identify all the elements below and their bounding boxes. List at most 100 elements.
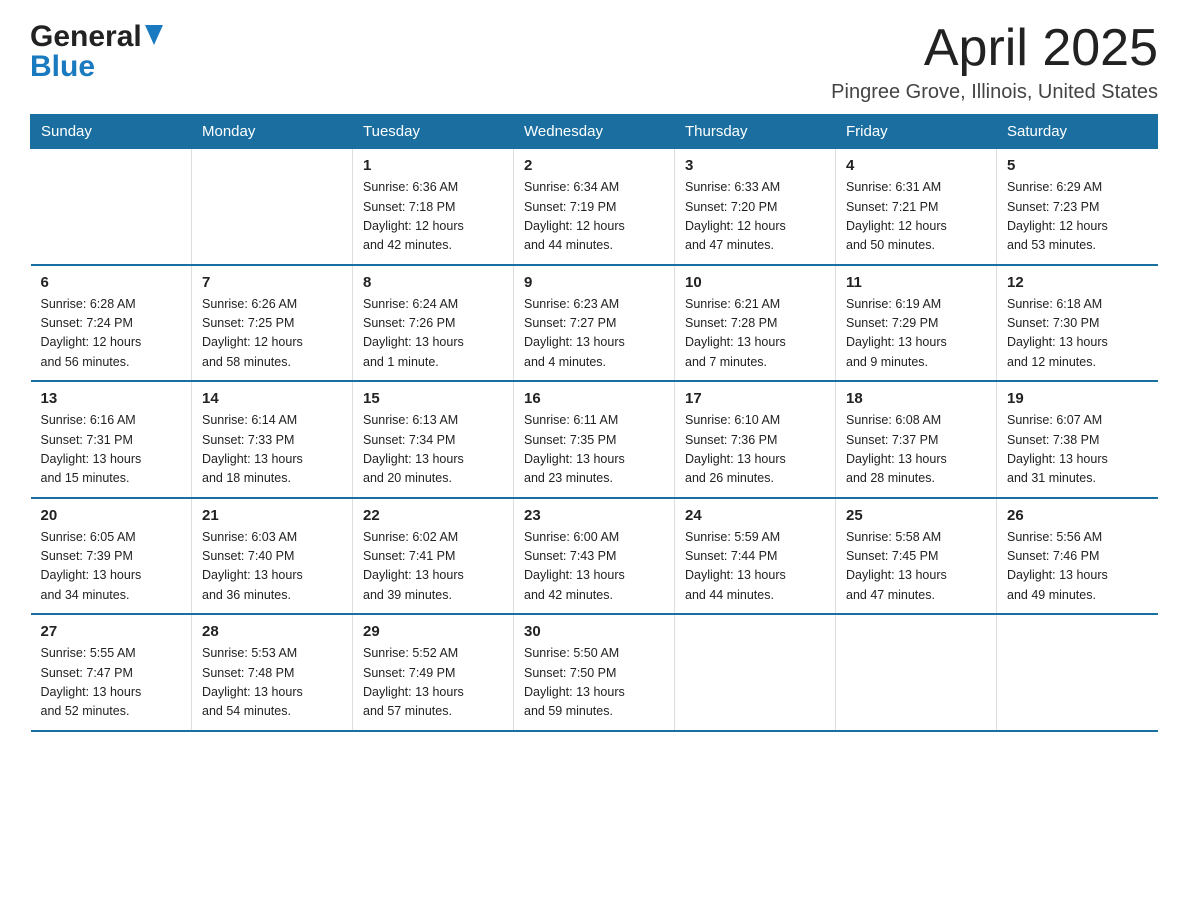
day-number: 4: [846, 157, 986, 174]
calendar-header-row: SundayMondayTuesdayWednesdayThursdayFrid…: [31, 115, 1158, 149]
calendar-cell: 21 Sunrise: 6:03 AM Sunset: 7:40 PM Dayli…: [192, 498, 353, 615]
day-info: Sunrise: 6:03 AM Sunset: 7:40 PM Dayligh…: [202, 528, 342, 606]
calendar-cell: [997, 614, 1158, 731]
calendar-cell: 9Sunrise: 6:23 AM Sunset: 7:27 PM Daylig…: [514, 265, 675, 382]
calendar-cell: [31, 149, 192, 265]
day-number: 15: [363, 390, 503, 407]
day-number: 8: [363, 274, 503, 291]
day-info: Sunrise: 6:28 AM Sunset: 7:24 PM Dayligh…: [41, 295, 182, 373]
day-info: Sunrise: 6:13 AM Sunset: 7:34 PM Dayligh…: [363, 411, 503, 489]
calendar-cell: 24 Sunrise: 5:59 AM Sunset: 7:44 PM Dayli…: [675, 498, 836, 615]
day-info: Sunrise: 5:50 AM Sunset: 7:50 PM Dayligh…: [524, 644, 664, 722]
day-info: Sunrise: 6:24 AM Sunset: 7:26 PM Dayligh…: [363, 295, 503, 373]
day-number: 19: [1007, 390, 1148, 407]
week-row-1: 1Sunrise: 6:36 AM Sunset: 7:18 PM Daylig…: [31, 149, 1158, 265]
week-row-2: 6 Sunrise: 6:28 AM Sunset: 7:24 PM Daylig…: [31, 265, 1158, 382]
day-number: 20: [41, 507, 182, 524]
day-info: Sunrise: 6:11 AM Sunset: 7:35 PM Dayligh…: [524, 411, 664, 489]
header-day-friday: Friday: [836, 115, 997, 149]
calendar-cell: 15 Sunrise: 6:13 AM Sunset: 7:34 PM Dayli…: [353, 381, 514, 498]
page-title: April 2025: [831, 20, 1158, 77]
calendar-cell: 4 Sunrise: 6:31 AM Sunset: 7:21 PM Daylig…: [836, 149, 997, 265]
day-info: Sunrise: 6:07 AM Sunset: 7:38 PM Dayligh…: [1007, 411, 1148, 489]
calendar-cell: 14 Sunrise: 6:14 AM Sunset: 7:33 PM Dayli…: [192, 381, 353, 498]
day-info: Sunrise: 5:53 AM Sunset: 7:48 PM Dayligh…: [202, 644, 342, 722]
day-number: 14: [202, 390, 342, 407]
day-info: Sunrise: 6:31 AM Sunset: 7:21 PM Dayligh…: [846, 178, 986, 256]
week-row-5: 27 Sunrise: 5:55 AM Sunset: 7:47 PM Dayli…: [31, 614, 1158, 731]
day-number: 6: [41, 274, 182, 291]
day-number: 22: [363, 507, 503, 524]
logo-triangle-icon: [145, 25, 163, 50]
calendar-cell: 28Sunrise: 5:53 AM Sunset: 7:48 PM Dayli…: [192, 614, 353, 731]
calendar-cell: 7Sunrise: 6:26 AM Sunset: 7:25 PM Daylig…: [192, 265, 353, 382]
calendar-cell: 17 Sunrise: 6:10 AM Sunset: 7:36 PM Dayli…: [675, 381, 836, 498]
logo: General Blue: [30, 20, 163, 84]
day-number: 21: [202, 507, 342, 524]
day-info: Sunrise: 6:19 AM Sunset: 7:29 PM Dayligh…: [846, 295, 986, 373]
day-number: 17: [685, 390, 825, 407]
day-number: 27: [41, 623, 182, 640]
calendar-cell: 22 Sunrise: 6:02 AM Sunset: 7:41 PM Dayli…: [353, 498, 514, 615]
day-info: Sunrise: 6:14 AM Sunset: 7:33 PM Dayligh…: [202, 411, 342, 489]
day-number: 16: [524, 390, 664, 407]
header-day-monday: Monday: [192, 115, 353, 149]
header-day-saturday: Saturday: [997, 115, 1158, 149]
day-info: Sunrise: 6:36 AM Sunset: 7:18 PM Dayligh…: [363, 178, 503, 256]
calendar-table: SundayMondayTuesdayWednesdayThursdayFrid…: [30, 114, 1158, 732]
day-info: Sunrise: 5:58 AM Sunset: 7:45 PM Dayligh…: [846, 528, 986, 606]
day-info: Sunrise: 6:00 AM Sunset: 7:43 PM Dayligh…: [524, 528, 664, 606]
day-number: 25: [846, 507, 986, 524]
calendar-cell: 13Sunrise: 6:16 AM Sunset: 7:31 PM Dayli…: [31, 381, 192, 498]
day-info: Sunrise: 6:10 AM Sunset: 7:36 PM Dayligh…: [685, 411, 825, 489]
day-number: 26: [1007, 507, 1148, 524]
header-day-tuesday: Tuesday: [353, 115, 514, 149]
day-info: Sunrise: 5:52 AM Sunset: 7:49 PM Dayligh…: [363, 644, 503, 722]
header: General Blue April 2025 Pingree Grove, I…: [30, 20, 1158, 104]
calendar-cell: 5Sunrise: 6:29 AM Sunset: 7:23 PM Daylig…: [997, 149, 1158, 265]
calendar-cell: 26Sunrise: 5:56 AM Sunset: 7:46 PM Dayli…: [997, 498, 1158, 615]
day-number: 2: [524, 157, 664, 174]
logo-general-text: General: [30, 20, 142, 54]
week-row-3: 13Sunrise: 6:16 AM Sunset: 7:31 PM Dayli…: [31, 381, 1158, 498]
calendar-cell: 2 Sunrise: 6:34 AM Sunset: 7:19 PM Daylig…: [514, 149, 675, 265]
page-subtitle: Pingree Grove, Illinois, United States: [831, 81, 1158, 104]
calendar-cell: 16 Sunrise: 6:11 AM Sunset: 7:35 PM Dayli…: [514, 381, 675, 498]
day-number: 23: [524, 507, 664, 524]
day-number: 12: [1007, 274, 1148, 291]
header-day-sunday: Sunday: [31, 115, 192, 149]
day-info: Sunrise: 6:34 AM Sunset: 7:19 PM Dayligh…: [524, 178, 664, 256]
calendar-cell: [836, 614, 997, 731]
header-day-wednesday: Wednesday: [514, 115, 675, 149]
day-info: Sunrise: 6:21 AM Sunset: 7:28 PM Dayligh…: [685, 295, 825, 373]
calendar-cell: 12 Sunrise: 6:18 AM Sunset: 7:30 PM Dayli…: [997, 265, 1158, 382]
calendar-cell: 18 Sunrise: 6:08 AM Sunset: 7:37 PM Dayli…: [836, 381, 997, 498]
title-area: April 2025 Pingree Grove, Illinois, Unit…: [831, 20, 1158, 104]
day-info: Sunrise: 6:18 AM Sunset: 7:30 PM Dayligh…: [1007, 295, 1148, 373]
day-number: 5: [1007, 157, 1148, 174]
day-info: Sunrise: 6:02 AM Sunset: 7:41 PM Dayligh…: [363, 528, 503, 606]
logo-blue-text: Blue: [30, 50, 95, 83]
calendar-cell: 19 Sunrise: 6:07 AM Sunset: 7:38 PM Dayli…: [997, 381, 1158, 498]
day-number: 24: [685, 507, 825, 524]
day-number: 29: [363, 623, 503, 640]
calendar-cell: 3Sunrise: 6:33 AM Sunset: 7:20 PM Daylig…: [675, 149, 836, 265]
calendar-cell: 29 Sunrise: 5:52 AM Sunset: 7:49 PM Dayli…: [353, 614, 514, 731]
day-number: 30: [524, 623, 664, 640]
day-number: 11: [846, 274, 986, 291]
calendar-cell: 25 Sunrise: 5:58 AM Sunset: 7:45 PM Dayli…: [836, 498, 997, 615]
day-info: Sunrise: 5:59 AM Sunset: 7:44 PM Dayligh…: [685, 528, 825, 606]
week-row-4: 20 Sunrise: 6:05 AM Sunset: 7:39 PM Dayli…: [31, 498, 1158, 615]
day-info: Sunrise: 5:55 AM Sunset: 7:47 PM Dayligh…: [41, 644, 182, 722]
calendar-cell: 11 Sunrise: 6:19 AM Sunset: 7:29 PM Dayli…: [836, 265, 997, 382]
calendar-cell: 30 Sunrise: 5:50 AM Sunset: 7:50 PM Dayli…: [514, 614, 675, 731]
day-number: 10: [685, 274, 825, 291]
day-number: 7: [202, 274, 342, 291]
calendar-cell: 23 Sunrise: 6:00 AM Sunset: 7:43 PM Dayli…: [514, 498, 675, 615]
calendar-cell: 10 Sunrise: 6:21 AM Sunset: 7:28 PM Dayli…: [675, 265, 836, 382]
day-info: Sunrise: 6:16 AM Sunset: 7:31 PM Dayligh…: [41, 411, 182, 489]
day-info: Sunrise: 6:05 AM Sunset: 7:39 PM Dayligh…: [41, 528, 182, 606]
day-number: 18: [846, 390, 986, 407]
day-info: Sunrise: 6:08 AM Sunset: 7:37 PM Dayligh…: [846, 411, 986, 489]
calendar-cell: 1Sunrise: 6:36 AM Sunset: 7:18 PM Daylig…: [353, 149, 514, 265]
